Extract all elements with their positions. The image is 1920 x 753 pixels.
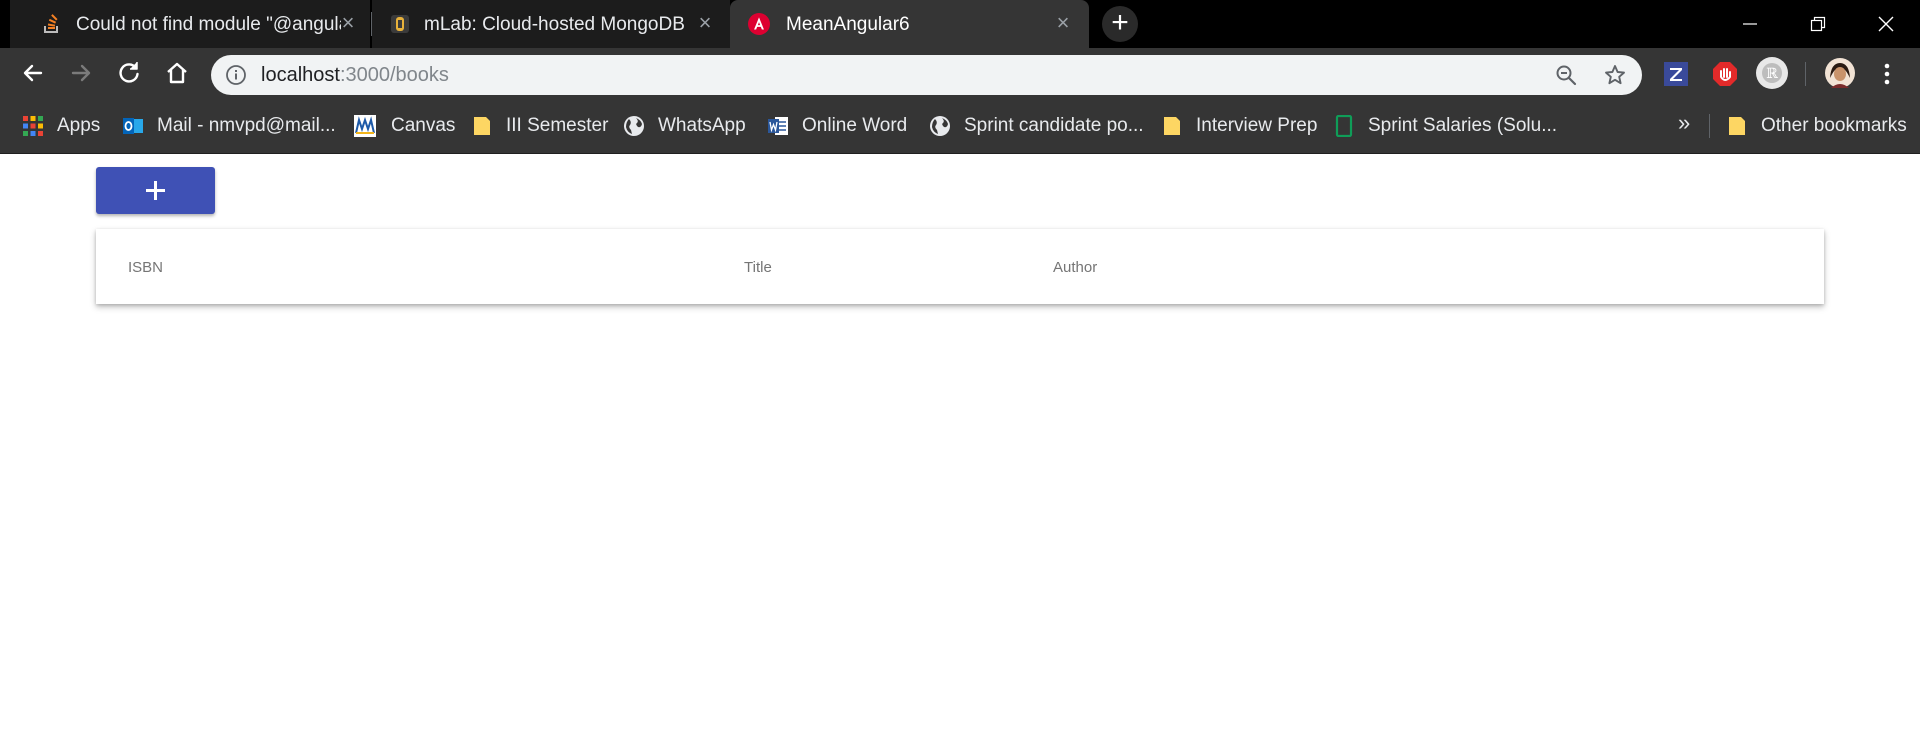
- bookmark-label: Sprint candidate po...: [964, 115, 1144, 136]
- close-tab-icon[interactable]: ×: [1052, 12, 1074, 34]
- bookmark-apps[interactable]: Apps: [22, 113, 100, 139]
- close-tab-icon[interactable]: ×: [337, 12, 359, 34]
- more-bookmarks-chevron-icon[interactable]: »: [1678, 110, 1690, 136]
- tab-title: Could not find module "@angular: [76, 14, 341, 35]
- toolbar-divider: [1805, 62, 1806, 86]
- column-header-author[interactable]: Author: [1053, 259, 1097, 276]
- zotero-extension-icon[interactable]: [1663, 61, 1689, 87]
- new-tab-button[interactable]: +: [1102, 6, 1138, 42]
- bookmark-other[interactable]: Other bookmarks: [1726, 113, 1907, 139]
- bookmark-whatsapp[interactable]: WhatsApp: [623, 113, 746, 139]
- site-info-icon[interactable]: [225, 64, 247, 86]
- add-book-button[interactable]: [96, 167, 215, 214]
- bookmark-label: Interview Prep: [1196, 115, 1318, 136]
- minimize-icon[interactable]: [1716, 0, 1784, 48]
- tab-title: mLab: Cloud-hosted MongoDB: [424, 14, 684, 35]
- stackoverflow-icon: [44, 14, 58, 33]
- umkc-icon: [354, 115, 376, 137]
- url-host: localhost: [261, 64, 340, 86]
- browser-toolbar: localhost:3000/books ℝ: [0, 48, 1920, 98]
- sheets-icon: [1335, 115, 1353, 137]
- tab-stackoverflow[interactable]: Could not find module "@angular ×: [10, 0, 370, 48]
- menu-dots-icon[interactable]: [1874, 61, 1900, 87]
- address-bar[interactable]: localhost:3000/books: [211, 55, 1642, 95]
- back-icon[interactable]: [16, 56, 50, 90]
- page-content: ISBN Title Author: [0, 154, 1920, 753]
- bookmark-canvas[interactable]: Canvas: [352, 113, 455, 139]
- forward-icon[interactable]: [64, 56, 98, 90]
- column-header-isbn[interactable]: ISBN: [128, 259, 163, 276]
- bookmark-label: Canvas: [391, 115, 456, 136]
- folder-icon: [1729, 117, 1745, 135]
- folder-icon: [1164, 117, 1180, 135]
- tab-mlab[interactable]: mLab: Cloud-hosted MongoDB ×: [372, 0, 730, 48]
- close-tab-icon[interactable]: ×: [694, 12, 716, 34]
- bookmark-label: Online Word: [802, 115, 908, 136]
- zoom-out-icon[interactable]: [1554, 63, 1578, 87]
- extension-icon[interactable]: ℝ: [1755, 56, 1789, 90]
- bookmark-iii-semester[interactable]: III Semester: [471, 113, 608, 139]
- outlook-icon: [123, 118, 143, 134]
- bookmark-online-word[interactable]: Online Word: [767, 113, 907, 139]
- bookmarks-divider: [1709, 114, 1710, 138]
- profile-avatar-icon[interactable]: [1825, 58, 1855, 88]
- restore-icon[interactable]: [1784, 0, 1852, 48]
- bookmark-label: Mail - nmvpd@mail...: [157, 115, 336, 136]
- bookmark-label: Apps: [57, 115, 101, 136]
- bookmarks-bar: Apps Mail - nmvpd@mail... Canvas III Sem…: [0, 98, 1920, 154]
- tab-strip: Could not find module "@angular × mLab: …: [0, 0, 1920, 48]
- tab-title: MeanAngular6: [786, 14, 910, 35]
- url-path: :3000/books: [339, 64, 449, 86]
- globe-icon: [624, 116, 644, 136]
- bookmark-sprint-candidate[interactable]: Sprint candidate po...: [929, 113, 1144, 139]
- bookmark-label: III Semester: [506, 115, 609, 136]
- column-header-title[interactable]: Title: [744, 259, 772, 276]
- bookmark-sprint-salaries[interactable]: Sprint Salaries (Solu...: [1333, 113, 1557, 139]
- close-window-icon[interactable]: [1852, 0, 1920, 48]
- mlab-icon: [391, 15, 409, 33]
- svg-text:ℝ: ℝ: [1766, 66, 1778, 82]
- apps-grid-icon: [23, 116, 43, 136]
- bookmark-mail[interactable]: Mail - nmvpd@mail...: [122, 113, 336, 139]
- books-table: ISBN Title Author: [96, 229, 1824, 304]
- reload-icon[interactable]: [112, 56, 146, 90]
- bookmark-star-icon[interactable]: [1603, 63, 1627, 87]
- home-icon[interactable]: [160, 56, 194, 90]
- adblock-extension-icon[interactable]: [1712, 61, 1738, 87]
- address-url[interactable]: localhost:3000/books: [261, 64, 449, 87]
- globe-icon: [930, 116, 950, 136]
- angular-icon: [748, 13, 770, 35]
- word-icon: [768, 117, 788, 135]
- bookmark-interview-prep[interactable]: Interview Prep: [1161, 113, 1317, 139]
- bookmark-label: Other bookmarks: [1761, 115, 1907, 136]
- plus-icon: [146, 181, 165, 200]
- bookmark-label: WhatsApp: [658, 115, 746, 136]
- folder-icon: [474, 117, 490, 135]
- bookmark-label: Sprint Salaries (Solu...: [1368, 115, 1558, 136]
- tab-meanangular6[interactable]: MeanAngular6 ×: [730, 0, 1089, 48]
